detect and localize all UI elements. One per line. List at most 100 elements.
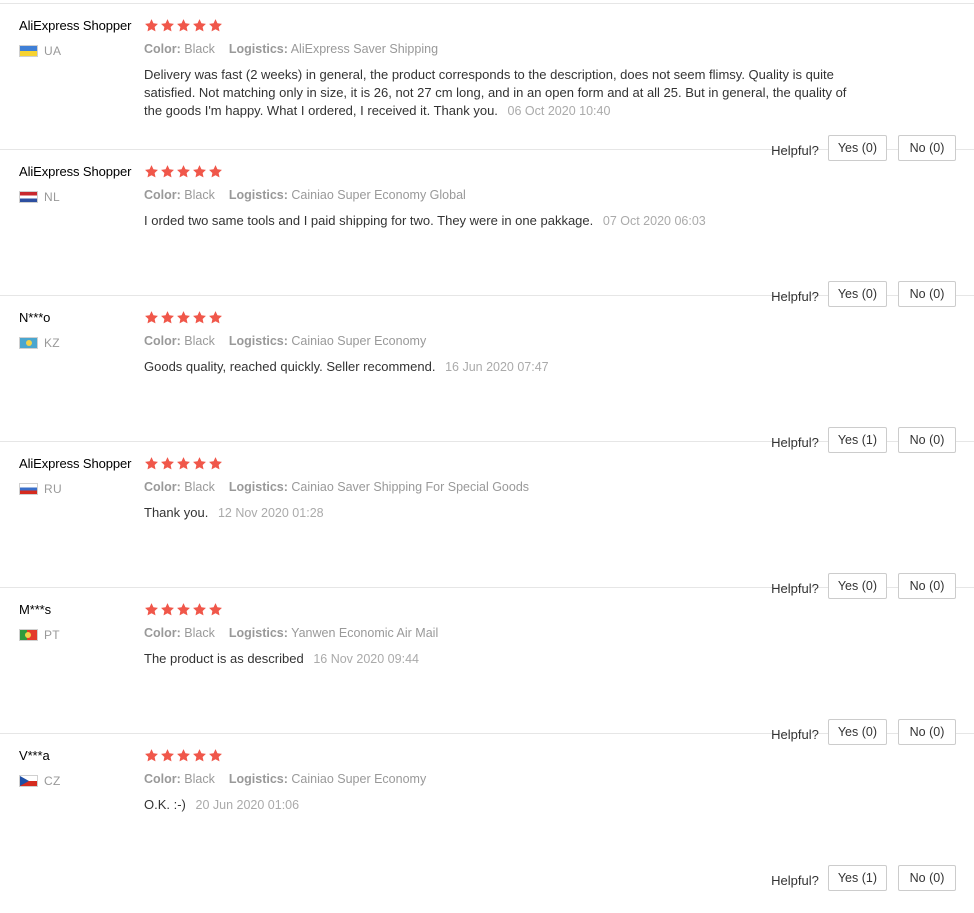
logistics-value: Cainiao Super Economy <box>291 334 427 348</box>
logistics-attribute: Logistics: Cainiao Super Economy <box>229 334 426 348</box>
star-icon <box>192 602 207 617</box>
review-text-block: Goods quality, reached quickly. Seller r… <box>144 358 864 376</box>
logistics-value: Cainiao Super Economy Global <box>291 188 466 202</box>
logistics-key: Logistics: <box>228 480 288 494</box>
buyer-country: CZ <box>19 774 61 788</box>
country-code: KZ <box>44 336 60 350</box>
star-icon <box>208 164 223 179</box>
review-text: I orded two same tools and I paid shippi… <box>144 213 594 228</box>
star-icon <box>208 748 223 763</box>
buyer-name: AliExpress Shopper <box>19 164 132 179</box>
review-item: V***a CZ Color: Black Logistics: Cainiao… <box>0 734 974 891</box>
review-meta: Color: Black Logistics: Cainiao Super Ec… <box>144 334 426 348</box>
helpful-label: Helpful? <box>771 872 819 888</box>
cz-flag-icon <box>19 775 38 787</box>
review-date: 20 Jun 2020 01:06 <box>195 798 300 812</box>
review-text-block: The product is as described 16 Nov 2020 … <box>144 650 864 668</box>
helpful-votes: Helpful? Yes (1) No (0) <box>771 865 956 891</box>
review-item: AliExpress Shopper NL Color: Black Logis… <box>0 150 974 307</box>
helpful-no-button[interactable]: No (0) <box>898 865 956 891</box>
logistics-value: AliExpress Saver Shipping <box>290 42 439 56</box>
star-icon <box>208 602 223 617</box>
color-value: Black <box>184 772 215 786</box>
review-text-block: Delivery was fast (2 weeks) in general, … <box>144 66 864 120</box>
star-icon <box>160 164 175 179</box>
review-text-block: I orded two same tools and I paid shippi… <box>144 212 864 230</box>
review-list: AliExpress Shopper UA Color: Black Logis… <box>0 4 974 891</box>
review-item: N***o KZ Color: Black Logistics: Cainiao… <box>0 296 974 453</box>
review-text-block: O.K. :-) 20 Jun 2020 01:06 <box>144 796 864 814</box>
star-icon <box>160 456 175 471</box>
review-date: 12 Nov 2020 01:28 <box>217 506 324 520</box>
buyer-country: UA <box>19 44 61 58</box>
logistics-attribute: Logistics: AliExpress Saver Shipping <box>229 42 438 56</box>
star-icon <box>208 18 223 33</box>
color-key: Color: <box>144 626 181 640</box>
star-rating <box>144 310 223 325</box>
review-text: Goods quality, reached quickly. Seller r… <box>144 359 436 374</box>
color-value: Black <box>184 42 215 56</box>
country-code: PT <box>44 628 60 642</box>
star-icon <box>176 310 191 325</box>
review-meta: Color: Black Logistics: Cainiao Super Ec… <box>144 188 466 202</box>
review-item: M***s PT Color: Black Logistics: Yanwen … <box>0 588 974 745</box>
star-icon <box>192 164 207 179</box>
color-attribute: Color: Black <box>144 188 215 202</box>
review-date: 07 Oct 2020 06:03 <box>602 214 706 228</box>
color-key: Color: <box>144 188 181 202</box>
logistics-value: Cainiao Super Economy <box>291 772 427 786</box>
color-key: Color: <box>144 42 181 56</box>
country-code: NL <box>44 190 60 204</box>
star-icon <box>160 748 175 763</box>
star-icon <box>208 310 223 325</box>
logistics-attribute: Logistics: Cainiao Super Economy <box>229 772 426 786</box>
star-rating <box>144 748 223 763</box>
review-item: AliExpress Shopper RU Color: Black Logis… <box>0 442 974 599</box>
review-text: O.K. :-) <box>144 797 186 812</box>
star-icon <box>160 310 175 325</box>
color-value: Black <box>184 626 215 640</box>
color-key: Color: <box>144 334 181 348</box>
buyer-name: V***a <box>19 748 50 763</box>
logistics-key: Logistics: <box>228 188 288 202</box>
country-code: RU <box>44 482 62 496</box>
buyer-country: RU <box>19 482 62 496</box>
star-icon <box>176 456 191 471</box>
buyer-name: AliExpress Shopper <box>19 456 132 471</box>
pt-flag-icon <box>19 629 38 641</box>
country-code: CZ <box>44 774 61 788</box>
star-rating <box>144 456 223 471</box>
star-icon <box>208 456 223 471</box>
buyer-country: NL <box>19 190 60 204</box>
star-icon <box>176 748 191 763</box>
ru-flag-icon <box>19 483 38 495</box>
star-icon <box>192 310 207 325</box>
logistics-value: Yanwen Economic Air Mail <box>291 626 439 640</box>
logistics-key: Logistics: <box>228 772 288 786</box>
helpful-yes-button[interactable]: Yes (1) <box>827 865 887 891</box>
color-attribute: Color: Black <box>144 626 215 640</box>
review-text: Delivery was fast (2 weeks) in general, … <box>144 67 847 118</box>
review-meta: Color: Black Logistics: Cainiao Saver Sh… <box>144 480 529 494</box>
review-meta: Color: Black Logistics: Cainiao Super Ec… <box>144 772 426 786</box>
buyer-country: KZ <box>19 336 60 350</box>
review-text: The product is as described <box>144 651 304 666</box>
logistics-attribute: Logistics: Cainiao Saver Shipping For Sp… <box>229 480 529 494</box>
ua-flag-icon <box>19 45 38 57</box>
star-icon <box>192 748 207 763</box>
logistics-attribute: Logistics: Cainiao Super Economy Global <box>229 188 466 202</box>
review-text: Thank you. <box>144 505 209 520</box>
color-attribute: Color: Black <box>144 772 215 786</box>
star-rating <box>144 164 223 179</box>
logistics-attribute: Logistics: Yanwen Economic Air Mail <box>229 626 438 640</box>
star-icon <box>144 310 159 325</box>
logistics-key: Logistics: <box>228 626 288 640</box>
color-attribute: Color: Black <box>144 334 215 348</box>
star-icon <box>176 164 191 179</box>
buyer-name: AliExpress Shopper <box>19 18 132 33</box>
buyer-name: M***s <box>19 602 52 617</box>
review-text-block: Thank you. 12 Nov 2020 01:28 <box>144 504 864 522</box>
star-icon <box>144 164 159 179</box>
logistics-key: Logistics: <box>228 42 288 56</box>
kz-flag-icon <box>19 337 38 349</box>
